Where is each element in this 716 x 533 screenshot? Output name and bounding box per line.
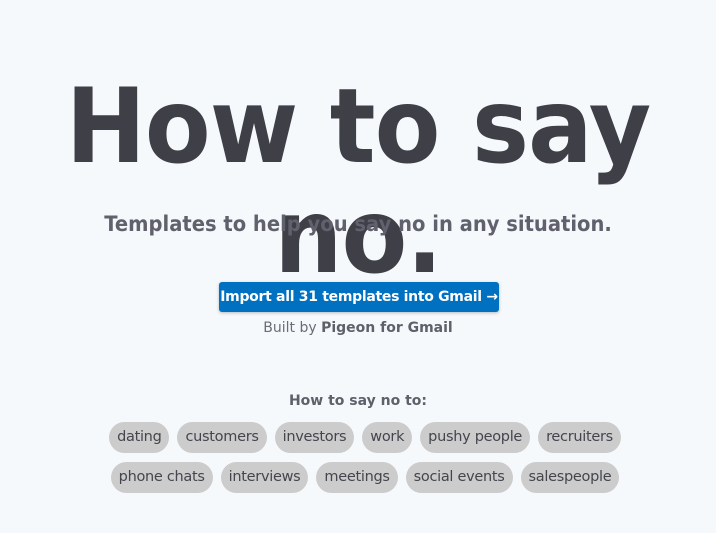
page-title: How to say no. (65, 67, 652, 297)
tag-social-events[interactable]: social events (405, 462, 513, 493)
tag-meetings[interactable]: meetings (316, 462, 398, 493)
tag-investors[interactable]: investors (274, 422, 355, 453)
tag-work[interactable]: work (362, 422, 413, 453)
tag-dating[interactable]: dating (109, 422, 170, 453)
pigeon-link[interactable]: Pigeon for Gmail (321, 320, 453, 336)
categories-heading: How to say no to: (288, 393, 428, 409)
tag-recruiters[interactable]: recruiters (538, 422, 621, 453)
tag-phone-chats[interactable]: phone chats (110, 462, 213, 493)
built-by-credit: Built by Pigeon for Gmail (0, 320, 716, 336)
tag-customers[interactable]: customers (177, 422, 267, 453)
tag-pushy-people[interactable]: pushy people (420, 422, 531, 453)
built-by-prefix: Built by (263, 320, 317, 336)
tag-interviews[interactable]: interviews (220, 462, 309, 493)
page-subtitle: Templates to help you say no in any situ… (104, 212, 612, 236)
category-tags-row-2: phone chats interviews meetings social e… (100, 462, 630, 493)
category-tags-row-1: dating customers investors work pushy pe… (100, 422, 630, 453)
tag-salespeople[interactable]: salespeople (520, 462, 620, 493)
import-templates-button[interactable]: Import all 31 templates into Gmail → (219, 282, 499, 312)
